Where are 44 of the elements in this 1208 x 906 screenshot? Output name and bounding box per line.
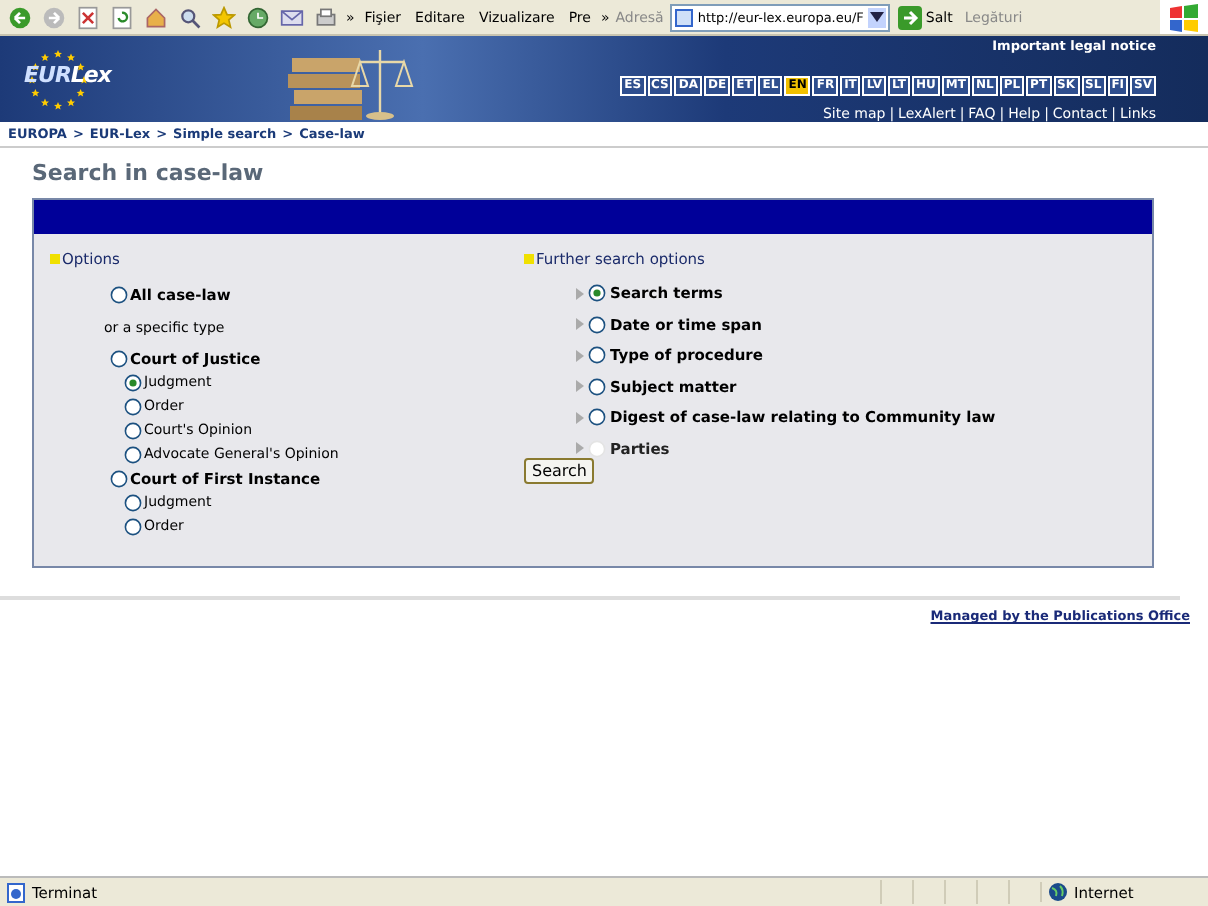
radio-button[interactable]: [588, 346, 606, 365]
radio-button[interactable]: [588, 408, 606, 427]
history-icon: [246, 5, 270, 29]
radio-button[interactable]: [124, 493, 142, 511]
bullet-icon: [524, 254, 534, 264]
home-button[interactable]: [142, 5, 170, 29]
history-button[interactable]: [244, 5, 272, 29]
eur-lex-logo[interactable]: EURLex: [24, 62, 111, 88]
page-icon: [6, 881, 26, 903]
arrow-icon: [897, 5, 922, 29]
radio-button[interactable]: [124, 421, 142, 439]
search-button[interactable]: [176, 5, 204, 29]
dropdown-icon: [869, 12, 884, 22]
stop-button[interactable]: [74, 5, 102, 29]
radio-button[interactable]: [124, 373, 142, 391]
search-icon: [178, 5, 202, 29]
back-icon: [8, 5, 32, 29]
refresh-button[interactable]: [108, 5, 136, 29]
print-button[interactable]: [312, 5, 340, 29]
radio-button[interactable]: [124, 517, 142, 535]
forward-icon: [42, 5, 66, 29]
radio-button[interactable]: [588, 284, 606, 303]
page-icon: [673, 7, 694, 27]
radio-button[interactable]: [588, 377, 606, 396]
mail-icon: [280, 5, 304, 29]
windows-logo-icon: [1168, 3, 1200, 31]
refresh-icon: [110, 5, 134, 29]
star-icon: [212, 5, 236, 29]
radio-button[interactable]: [110, 285, 128, 303]
radio-button[interactable]: [110, 349, 128, 367]
radio-button[interactable]: [124, 397, 142, 415]
radio-button[interactable]: [124, 445, 142, 463]
globe-icon: [1048, 882, 1068, 902]
print-icon: [314, 5, 338, 29]
radio-button[interactable]: [110, 469, 128, 487]
radio-button[interactable]: [588, 315, 606, 334]
search-button[interactable]: Search: [524, 458, 595, 484]
star-button[interactable]: [210, 5, 238, 29]
back-button[interactable]: [6, 5, 34, 29]
home-icon: [144, 5, 168, 29]
stop-icon: [76, 5, 100, 29]
bullet-icon: [50, 254, 60, 264]
mail-button[interactable]: [278, 5, 306, 29]
page-title: Search in case-law: [32, 160, 266, 188]
